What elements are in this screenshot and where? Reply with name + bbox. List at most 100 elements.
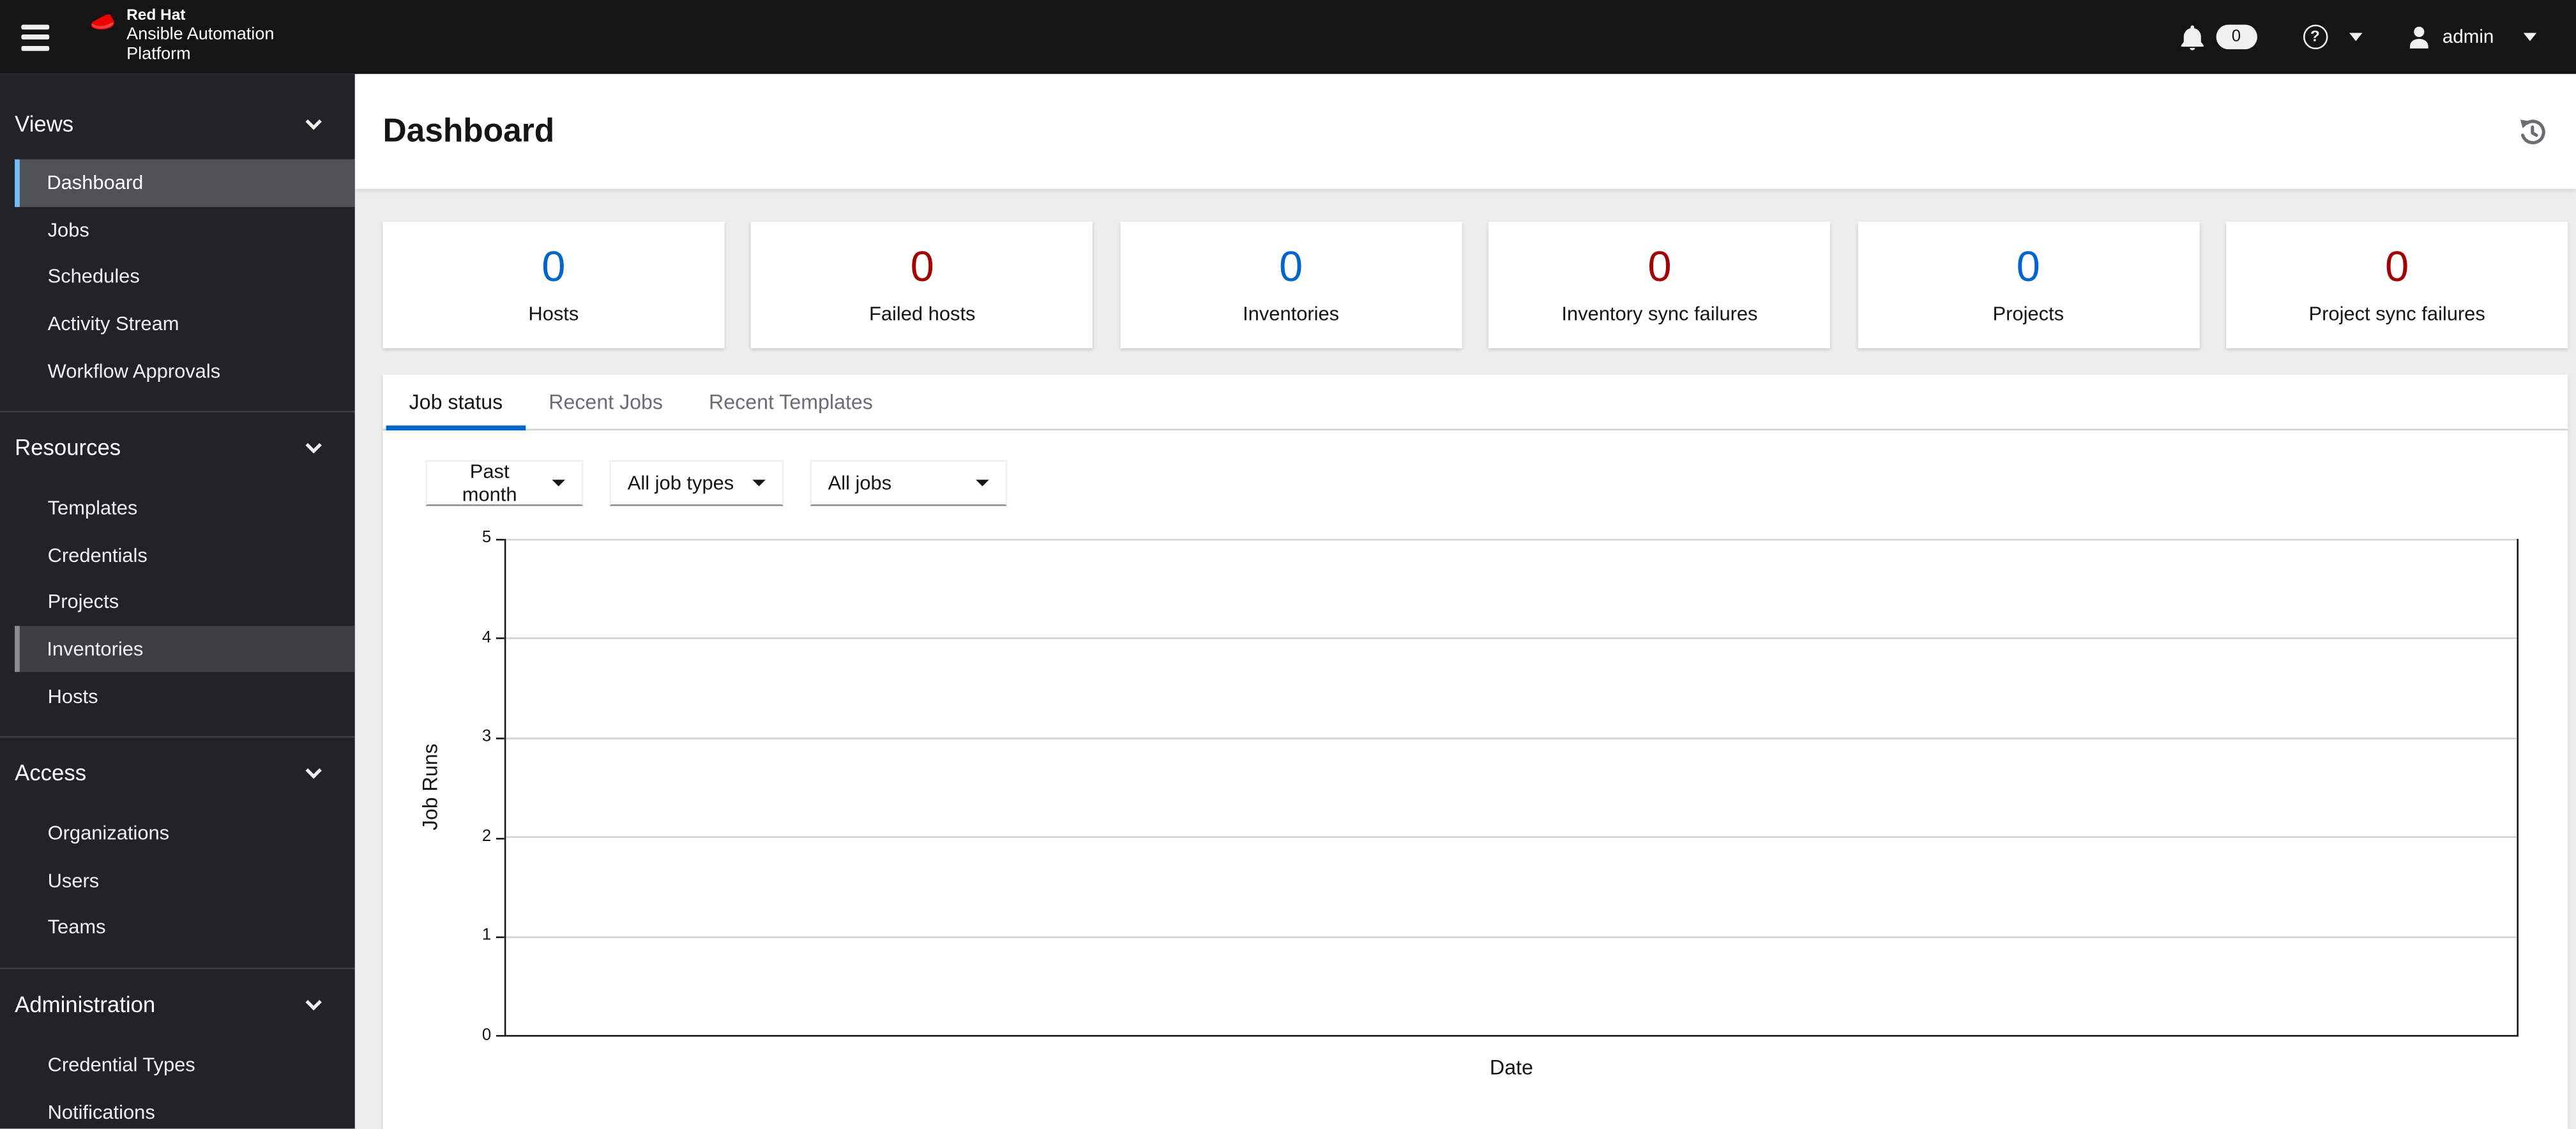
y-tick-label: 3 — [481, 727, 492, 746]
nav-section-label: Administration — [15, 992, 156, 1018]
page-header: Dashboard — [354, 73, 2576, 189]
chart-filters: Past month All job types All jobs — [383, 430, 2568, 506]
nav-section-administration: Administration Credential Types Notifica… — [0, 985, 355, 1129]
stat-card-failed-hosts[interactable]: 0 Failed hosts — [751, 222, 1093, 349]
stat-label: Project sync failures — [2308, 302, 2485, 326]
chevron-down-icon — [305, 112, 322, 130]
y-tick-mark — [496, 1034, 504, 1037]
sidebar-item-schedules[interactable]: Schedules — [15, 254, 355, 301]
stat-label: Inventories — [1243, 302, 1340, 326]
stat-value: 0 — [1278, 241, 1303, 291]
masthead: Red Hat Ansible Automation Platform 0 ? — [0, 0, 2576, 74]
y-tick-mark — [496, 936, 504, 939]
job-type-select[interactable]: All job types — [609, 460, 784, 506]
sidebar-item-templates[interactable]: Templates — [15, 485, 355, 532]
chevron-down-icon — [305, 763, 322, 780]
nav-section-label: Access — [15, 761, 87, 786]
sidebar-item-users[interactable]: Users — [15, 857, 355, 904]
app-root: Red Hat Ansible Automation Platform 0 ? — [0, 0, 2576, 1129]
help-menu-button[interactable]: ? — [2303, 24, 2362, 50]
gridline — [506, 638, 2517, 640]
nav-section-toggle-access[interactable]: Access — [0, 754, 355, 794]
stat-value: 0 — [1648, 241, 1672, 291]
sidebar-item-credentials[interactable]: Credentials — [15, 531, 355, 579]
sidebar-item-workflow-approvals[interactable]: Workflow Approvals — [15, 347, 355, 395]
sidebar-item-organizations[interactable]: Organizations — [15, 810, 355, 857]
username: admin — [2442, 27, 2494, 47]
hamburger-icon — [21, 24, 50, 29]
sidebar-item-notifications[interactable]: Notifications — [15, 1088, 355, 1129]
job-status-panel: Job status Recent Jobs Recent Templates … — [383, 374, 2568, 1129]
sidebar-item-hosts[interactable]: Hosts — [15, 672, 355, 720]
sidebar-item-teams[interactable]: Teams — [15, 904, 355, 951]
stat-card-hosts[interactable]: 0 Hosts — [383, 222, 725, 349]
user-menu-button[interactable]: admin — [2408, 26, 2537, 49]
x-axis-title: Date — [1489, 1056, 1533, 1080]
gridline — [506, 538, 2517, 541]
stat-card-inventories[interactable]: 0 Inventories — [1120, 222, 1462, 349]
redhat-fedora-icon — [91, 14, 114, 30]
brand-name: Red Hat — [126, 6, 186, 25]
main-area: Dashboard 0 Hosts 0 Failed hosts 0 Inven… — [354, 73, 2576, 1129]
dashboard-content: 0 Hosts 0 Failed hosts 0 Inventories 0 I… — [355, 189, 2576, 1129]
y-tick-mark — [496, 637, 504, 639]
history-icon — [2520, 119, 2545, 144]
stat-card-projects[interactable]: 0 Projects — [1857, 222, 2199, 349]
sidebar-item-jobs[interactable]: Jobs — [15, 206, 355, 254]
history-button[interactable] — [2519, 117, 2547, 146]
nav-divider — [0, 411, 355, 413]
stat-label: Hosts — [528, 302, 579, 326]
y-tick-mark — [496, 838, 504, 840]
nav-divider — [0, 967, 355, 969]
stat-label: Inventory sync failures — [1561, 302, 1758, 326]
bell-icon — [2180, 24, 2204, 50]
tab-recent-templates[interactable]: Recent Templates — [686, 375, 896, 429]
sidebar-nav: Views Dashboard Jobs Schedules Activity … — [0, 73, 355, 1129]
nav-section-toggle-views[interactable]: Views — [0, 103, 355, 143]
stat-value: 0 — [910, 241, 934, 291]
nav-section-access: Access Organizations Users Teams — [0, 754, 355, 951]
sidebar-item-credential-types[interactable]: Credential Types — [15, 1041, 355, 1088]
notifications-button[interactable] — [2179, 24, 2204, 50]
chevron-down-icon — [552, 480, 566, 487]
redhat-brand: Red Hat Ansible Automation Platform — [90, 6, 275, 65]
y-tick-label: 0 — [481, 1026, 492, 1045]
brand-product-line2: Platform — [126, 44, 191, 64]
stat-card-project-sync-failures[interactable]: 0 Project sync failures — [2226, 222, 2568, 349]
job-runs-chart: Job Runs 5 4 3 2 1 0 Date — [383, 529, 2568, 1106]
nav-section-label: Views — [15, 110, 74, 136]
y-tick-label: 1 — [481, 927, 492, 945]
sidebar-item-projects[interactable]: Projects — [15, 579, 355, 626]
y-tick-mark — [496, 538, 504, 541]
hamburger-menu-button[interactable] — [17, 19, 56, 56]
notification-count-badge[interactable]: 0 — [2215, 24, 2257, 50]
chevron-down-icon — [305, 437, 322, 455]
tab-recent-jobs[interactable]: Recent Jobs — [526, 375, 686, 429]
nav-section-label: Resources — [15, 436, 121, 461]
tab-job-status[interactable]: Job status — [386, 375, 526, 431]
stat-cards-row: 0 Hosts 0 Failed hosts 0 Inventories 0 I… — [383, 222, 2568, 349]
job-filter-select-value: All jobs — [828, 471, 892, 495]
question-glyph: ? — [2310, 27, 2320, 47]
nav-section-toggle-administration[interactable]: Administration — [0, 985, 355, 1025]
nav-divider — [0, 736, 355, 738]
stat-value: 0 — [2385, 241, 2409, 291]
tab-bar: Job status Recent Jobs Recent Templates — [383, 375, 2568, 431]
user-icon — [2409, 26, 2428, 48]
brand-product-line1: Ansible Automation — [126, 24, 275, 45]
sidebar-item-inventories[interactable]: Inventories — [15, 625, 355, 673]
chevron-down-icon — [976, 480, 989, 487]
sidebar-item-activity-stream[interactable]: Activity Stream — [15, 300, 355, 347]
job-type-select-value: All job types — [627, 471, 734, 495]
gridline — [506, 836, 2517, 838]
nav-section-toggle-resources[interactable]: Resources — [0, 428, 355, 468]
page-title: Dashboard — [383, 112, 555, 149]
period-select[interactable]: Past month — [425, 460, 584, 506]
y-tick-label: 5 — [481, 529, 492, 547]
chevron-down-icon — [2349, 33, 2362, 42]
chart-plot-area — [504, 538, 2519, 1037]
nav-section-views: Views Dashboard Jobs Schedules Activity … — [0, 103, 355, 394]
stat-card-inventory-sync-failures[interactable]: 0 Inventory sync failures — [1489, 222, 1831, 349]
job-filter-select[interactable]: All jobs — [810, 460, 1008, 506]
sidebar-item-dashboard[interactable]: Dashboard — [15, 159, 355, 207]
